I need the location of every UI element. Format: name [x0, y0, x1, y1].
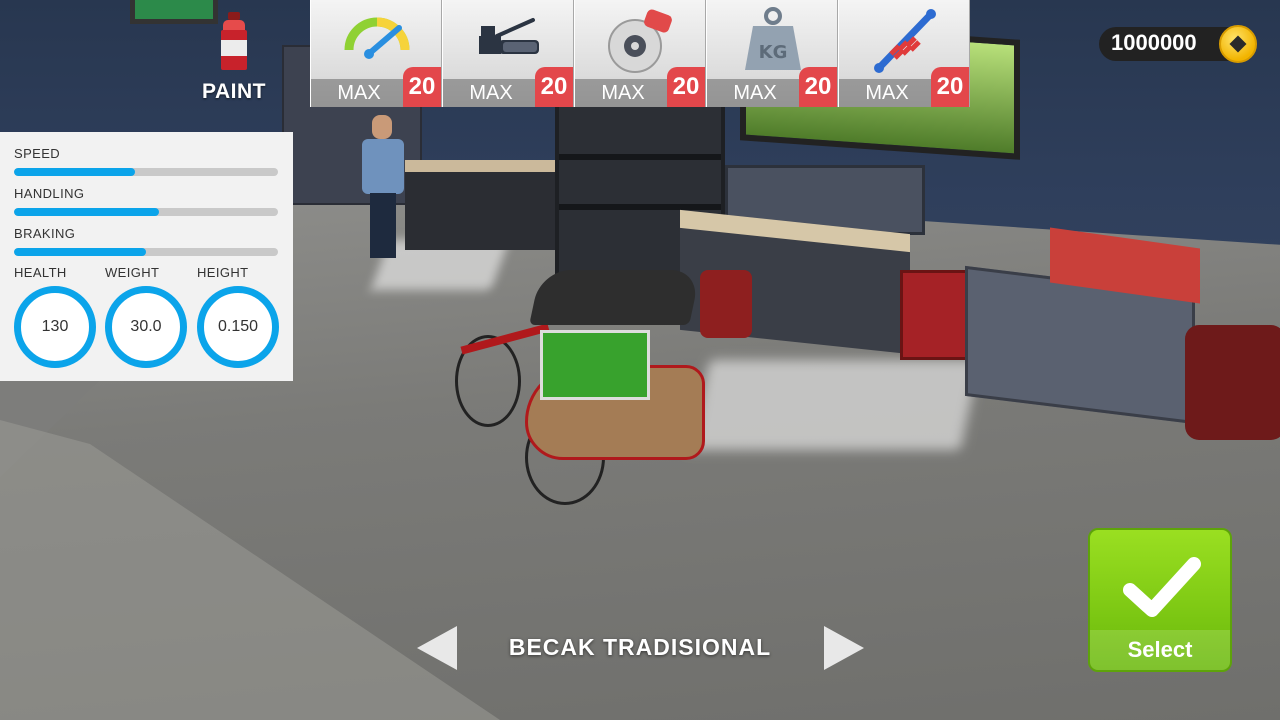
floor-light-patch [690, 360, 980, 450]
stat-handling: HANDLING [14, 186, 278, 216]
becak-rickshaw-model [455, 270, 715, 505]
upgrade-status: MAX [839, 79, 935, 107]
upgrade-level-badge: 20 [799, 67, 837, 107]
stat-braking-fill [14, 248, 146, 256]
upgrade-status: MAX [311, 79, 407, 107]
health-value: 130 [14, 286, 96, 368]
upgrade-suspension[interactable]: MAX 20 [838, 0, 970, 107]
stat-handling-fill [14, 208, 160, 216]
stat-speed: SPEED [14, 146, 278, 176]
weight-value: 30.0 [105, 286, 187, 368]
upgrade-level-badge: 20 [535, 67, 573, 107]
upgrade-level-badge: 20 [403, 67, 441, 107]
upgrade-handling[interactable]: MAX 20 [442, 0, 574, 107]
stat-label: HANDLING [14, 186, 85, 201]
previous-vehicle-arrow-icon[interactable] [417, 626, 457, 670]
upgrade-bar: MAX 20 MAX 20 MAX 20 KG MAX 20 MAX 20 [310, 0, 970, 107]
upgrade-level-badge: 20 [931, 67, 969, 107]
stat-label: BRAKING [14, 226, 76, 241]
upgrade-braking[interactable]: MAX 20 [574, 0, 706, 107]
next-vehicle-arrow-icon[interactable] [824, 626, 864, 670]
mechanic-character [360, 115, 406, 260]
upgrade-level-badge: 20 [667, 67, 705, 107]
paint-label: PAINT [202, 80, 266, 103]
spray-paint-can-icon [218, 12, 250, 72]
upgrade-weight[interactable]: KG MAX 20 [706, 0, 838, 107]
desk [405, 160, 555, 250]
stat-label-weight: WEIGHT [105, 265, 160, 280]
stat-label-health: HEALTH [14, 265, 67, 280]
upgrade-speed[interactable]: MAX 20 [310, 0, 442, 107]
red-barrel [1185, 325, 1280, 440]
stat-braking: BRAKING [14, 226, 278, 256]
brake-disc-icon [608, 9, 672, 73]
stat-speed-fill [14, 168, 136, 176]
kg-weight-icon: KG [745, 7, 801, 70]
svg-text:KG: KG [759, 42, 788, 63]
coin-amount: 1000000 [1111, 30, 1197, 55]
upgrade-status: MAX [443, 79, 539, 107]
vehicle-name: BECAK TRADISIONAL [508, 634, 772, 660]
paint-button[interactable]: PAINT [196, 12, 272, 107]
vehicle-stats-panel: SPEED HANDLING BRAKING HEALTH WEIGHT HEI… [0, 132, 293, 381]
coin-balance: 1000000 [1099, 25, 1257, 63]
upgrade-status: MAX [707, 79, 803, 107]
stat-label-height: HEIGHT [197, 265, 249, 280]
coin-icon [1219, 25, 1257, 63]
handlebar-grip-icon [479, 18, 539, 54]
upgrade-status: MAX [575, 79, 671, 107]
height-value: 0.150 [197, 286, 279, 368]
stat-label: SPEED [14, 146, 61, 161]
shock-absorber-icon [874, 9, 936, 73]
checkmark-icon [1123, 557, 1201, 617]
select-label: Select [1090, 630, 1230, 670]
speedometer-icon [344, 17, 410, 59]
select-button[interactable]: Select [1088, 528, 1232, 672]
